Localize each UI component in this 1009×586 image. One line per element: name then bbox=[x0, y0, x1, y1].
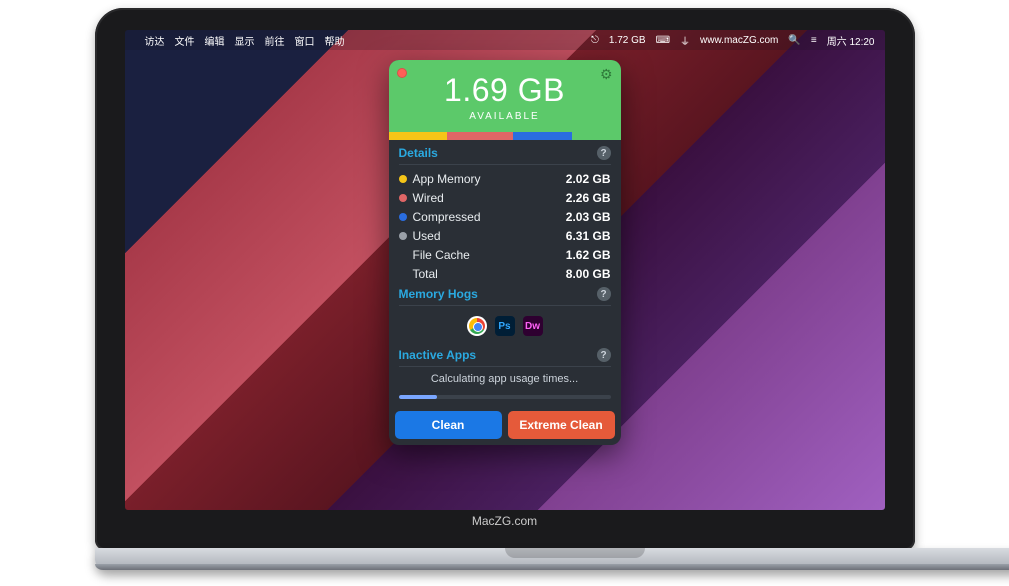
memory-hogs-section: Memory Hogs ? Ps Dw bbox=[389, 287, 621, 348]
menu-go[interactable]: 前往 bbox=[265, 33, 285, 48]
available-memory-value: 1.69 GB bbox=[389, 72, 621, 109]
laptop-base bbox=[95, 548, 1009, 570]
details-header: Details bbox=[399, 146, 438, 160]
extreme-clean-button[interactable]: Extreme Clean bbox=[508, 411, 615, 439]
row-wired: Wired 2.26 GB bbox=[399, 188, 611, 207]
row-file-cache: File Cache 1.62 GB bbox=[399, 245, 611, 264]
usage-segment-available bbox=[572, 132, 621, 140]
row-app-memory: App Memory 2.02 GB bbox=[399, 169, 611, 188]
label-app-memory: App Memory bbox=[413, 172, 566, 186]
label-total: Total bbox=[413, 267, 566, 281]
hog-chrome-icon[interactable] bbox=[467, 316, 487, 336]
menubar-clock[interactable]: 周六 12:20 bbox=[827, 33, 875, 48]
settings-gear-icon[interactable]: ⚙ bbox=[600, 66, 613, 83]
menubar-spotlight-icon[interactable]: 🔍 bbox=[788, 35, 800, 46]
menu-finder[interactable]: 访达 bbox=[145, 33, 165, 48]
macos-menubar: 访达 文件 编辑 显示 前往 窗口 帮助 ⎋ 1.72 GB ⌨︎ ⏚ www.… bbox=[125, 30, 885, 50]
screen-bezel: 访达 文件 编辑 显示 前往 窗口 帮助 ⎋ 1.72 GB ⌨︎ ⏚ www.… bbox=[95, 8, 915, 550]
menubar-memory-icon[interactable]: ⎋ bbox=[591, 35, 599, 46]
menubar-memory-value[interactable]: 1.72 GB bbox=[609, 35, 646, 46]
usage-segment-compressed bbox=[513, 132, 572, 140]
value-file-cache: 1.62 GB bbox=[566, 248, 611, 262]
menu-help[interactable]: 帮助 bbox=[325, 33, 345, 48]
usage-segment-wired bbox=[447, 132, 513, 140]
hog-photoshop-icon[interactable]: Ps bbox=[495, 316, 515, 336]
action-buttons: Clean Extreme Clean bbox=[389, 405, 621, 445]
value-app-memory: 2.02 GB bbox=[566, 172, 611, 186]
memory-hogs-header: Memory Hogs bbox=[399, 287, 478, 301]
value-used: 6.31 GB bbox=[566, 229, 611, 243]
desktop: 访达 文件 编辑 显示 前往 窗口 帮助 ⎋ 1.72 GB ⌨︎ ⏚ www.… bbox=[125, 30, 885, 510]
row-compressed: Compressed 2.03 GB bbox=[399, 207, 611, 226]
dot-app-memory bbox=[399, 175, 407, 183]
inactive-progress-bar bbox=[399, 395, 611, 399]
laptop-branding: MacZG.com bbox=[125, 510, 885, 530]
inactive-apps-header: Inactive Apps bbox=[399, 348, 477, 362]
menu-edit[interactable]: 编辑 bbox=[205, 33, 225, 48]
usage-segment-app-memory bbox=[389, 132, 448, 140]
memory-usage-bar bbox=[389, 132, 621, 140]
row-used: Used 6.31 GB bbox=[399, 226, 611, 245]
memory-hogs-help-icon[interactable]: ? bbox=[597, 287, 611, 301]
label-used: Used bbox=[413, 229, 566, 243]
menu-view[interactable]: 显示 bbox=[235, 33, 255, 48]
menubar-input-icon[interactable]: ⌨︎ bbox=[656, 35, 670, 46]
menu-window[interactable]: 窗口 bbox=[295, 33, 315, 48]
value-total: 8.00 GB bbox=[566, 267, 611, 281]
inactive-apps-help-icon[interactable]: ? bbox=[597, 348, 611, 362]
laptop-frame: 访达 文件 编辑 显示 前往 窗口 帮助 ⎋ 1.72 GB ⌨︎ ⏚ www.… bbox=[95, 8, 915, 570]
details-section: Details ? App Memory 2.02 GB Wired 2.26 … bbox=[389, 140, 621, 287]
available-memory-label: AVAILABLE bbox=[389, 111, 621, 122]
label-file-cache: File Cache bbox=[413, 248, 566, 262]
row-total: Total 8.00 GB bbox=[399, 264, 611, 283]
memory-hero: ⚙ 1.69 GB AVAILABLE bbox=[389, 60, 621, 132]
menu-file[interactable]: 文件 bbox=[175, 33, 195, 48]
memory-clean-widget: ⚙ 1.69 GB AVAILABLE Details ? bbox=[389, 60, 621, 445]
menubar-control-center-icon[interactable]: ≡ bbox=[811, 35, 817, 46]
value-compressed: 2.03 GB bbox=[566, 210, 611, 224]
dot-compressed bbox=[399, 213, 407, 221]
inactive-apps-section: Inactive Apps ? Calculating app usage ti… bbox=[389, 348, 621, 395]
menubar-wifi-icon[interactable]: ⏚ bbox=[680, 33, 690, 48]
clean-button[interactable]: Clean bbox=[395, 411, 502, 439]
label-wired: Wired bbox=[413, 191, 566, 205]
hog-dreamweaver-icon[interactable]: Dw bbox=[523, 316, 543, 336]
menubar-site: www.macZG.com bbox=[700, 35, 778, 46]
value-wired: 2.26 GB bbox=[566, 191, 611, 205]
close-button[interactable] bbox=[397, 68, 407, 78]
details-help-icon[interactable]: ? bbox=[597, 146, 611, 160]
dot-wired bbox=[399, 194, 407, 202]
inactive-status-text: Calculating app usage times... bbox=[399, 371, 611, 391]
dot-used bbox=[399, 232, 407, 240]
label-compressed: Compressed bbox=[413, 210, 566, 224]
